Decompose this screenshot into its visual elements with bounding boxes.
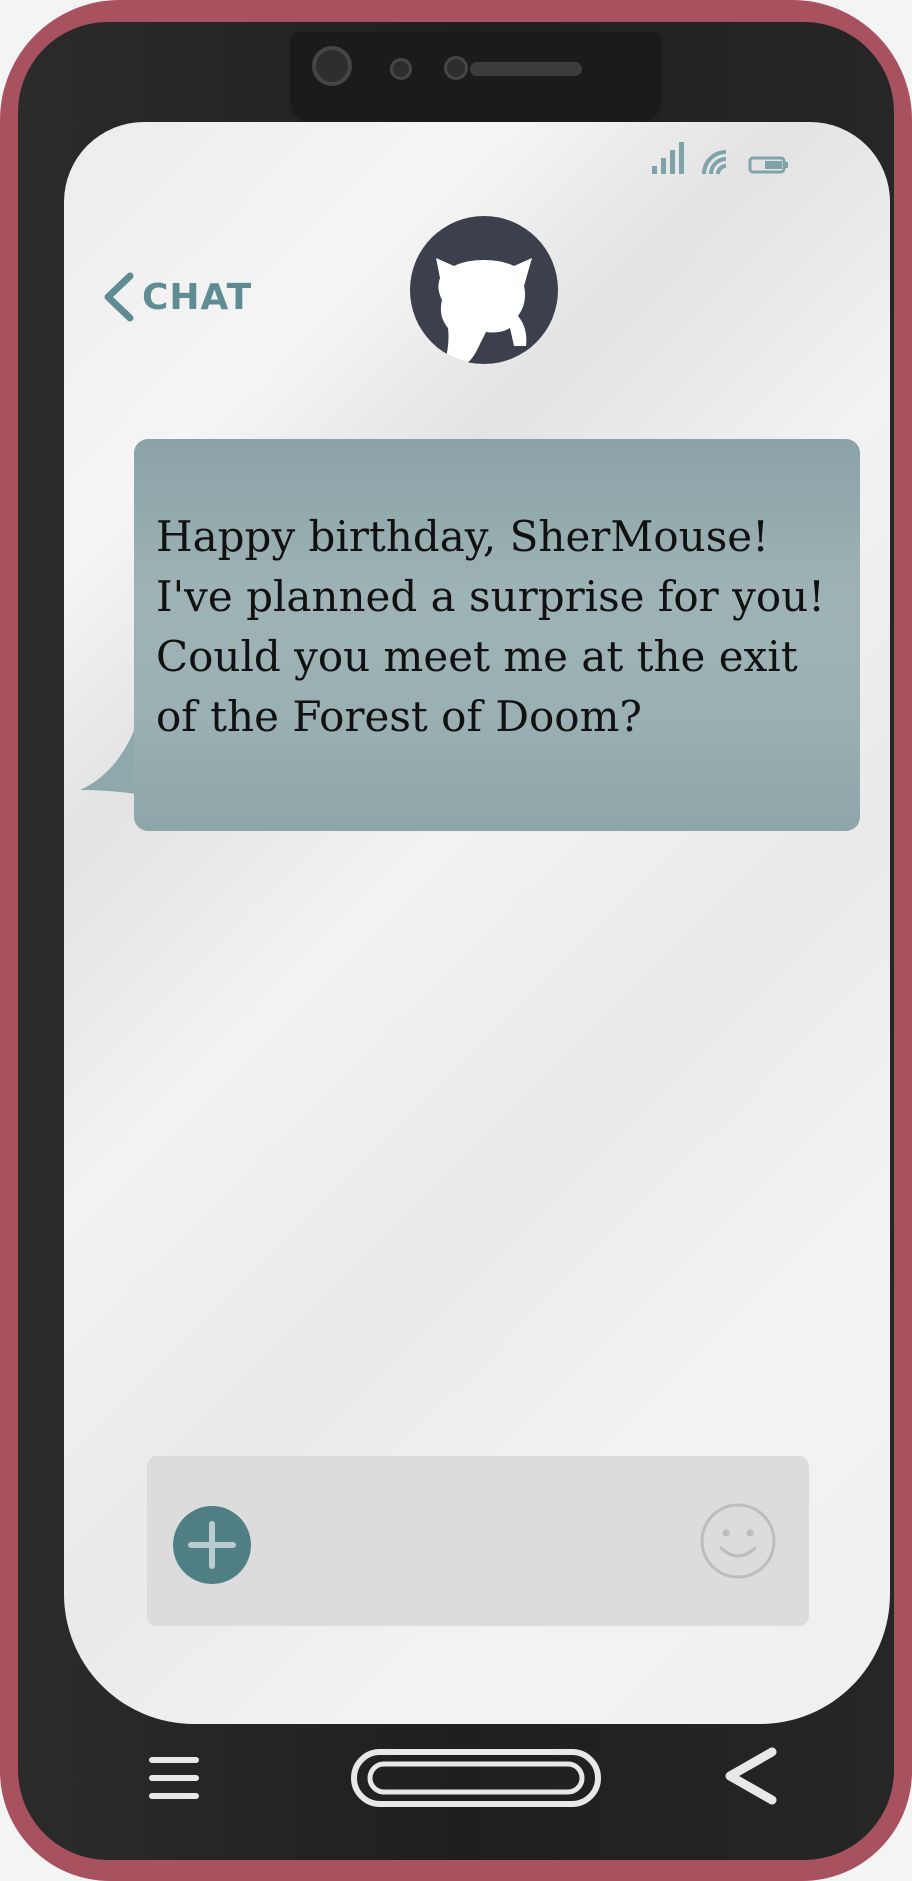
status-bar bbox=[650, 136, 790, 176]
back-icon bbox=[725, 1747, 777, 1805]
contact-avatar[interactable] bbox=[410, 216, 558, 364]
message-bubble: Happy birthday, SherMouse! I've planned … bbox=[134, 439, 860, 831]
plus-icon bbox=[188, 1521, 236, 1569]
front-camera-icon bbox=[312, 46, 352, 86]
sensor-icon bbox=[444, 56, 468, 80]
phone-body: CHAT Happy birthday, SherMouse! I've pla… bbox=[18, 22, 894, 1860]
message-text: Happy birthday, SherMouse! I've planned … bbox=[156, 512, 826, 741]
camera-notch bbox=[290, 32, 662, 124]
emoji-button[interactable] bbox=[697, 1500, 779, 1582]
speaker-icon bbox=[470, 62, 582, 76]
back-to-chat-button[interactable]: CHAT bbox=[100, 272, 252, 322]
home-button[interactable] bbox=[348, 1746, 604, 1810]
home-icon bbox=[351, 1749, 601, 1807]
signal-icon bbox=[650, 142, 686, 176]
back-label: CHAT bbox=[142, 276, 253, 318]
chevron-left-icon bbox=[100, 272, 136, 322]
cat-silhouette-icon bbox=[436, 258, 532, 364]
message-input[interactable] bbox=[267, 1506, 667, 1584]
chat-screen: CHAT Happy birthday, SherMouse! I've pla… bbox=[64, 122, 890, 1724]
message-composer bbox=[147, 1456, 809, 1626]
back-button[interactable] bbox=[720, 1744, 780, 1808]
phone: CHAT Happy birthday, SherMouse! I've pla… bbox=[0, 0, 912, 1881]
add-attachment-button[interactable] bbox=[173, 1506, 251, 1584]
navigation-bar bbox=[0, 1712, 912, 1832]
battery-icon bbox=[748, 154, 790, 176]
menu-icon bbox=[149, 1757, 199, 1799]
sensor-icon bbox=[390, 58, 412, 80]
smiley-icon bbox=[700, 1503, 776, 1579]
wifi-icon bbox=[700, 148, 734, 176]
menu-button[interactable] bbox=[146, 1750, 202, 1806]
